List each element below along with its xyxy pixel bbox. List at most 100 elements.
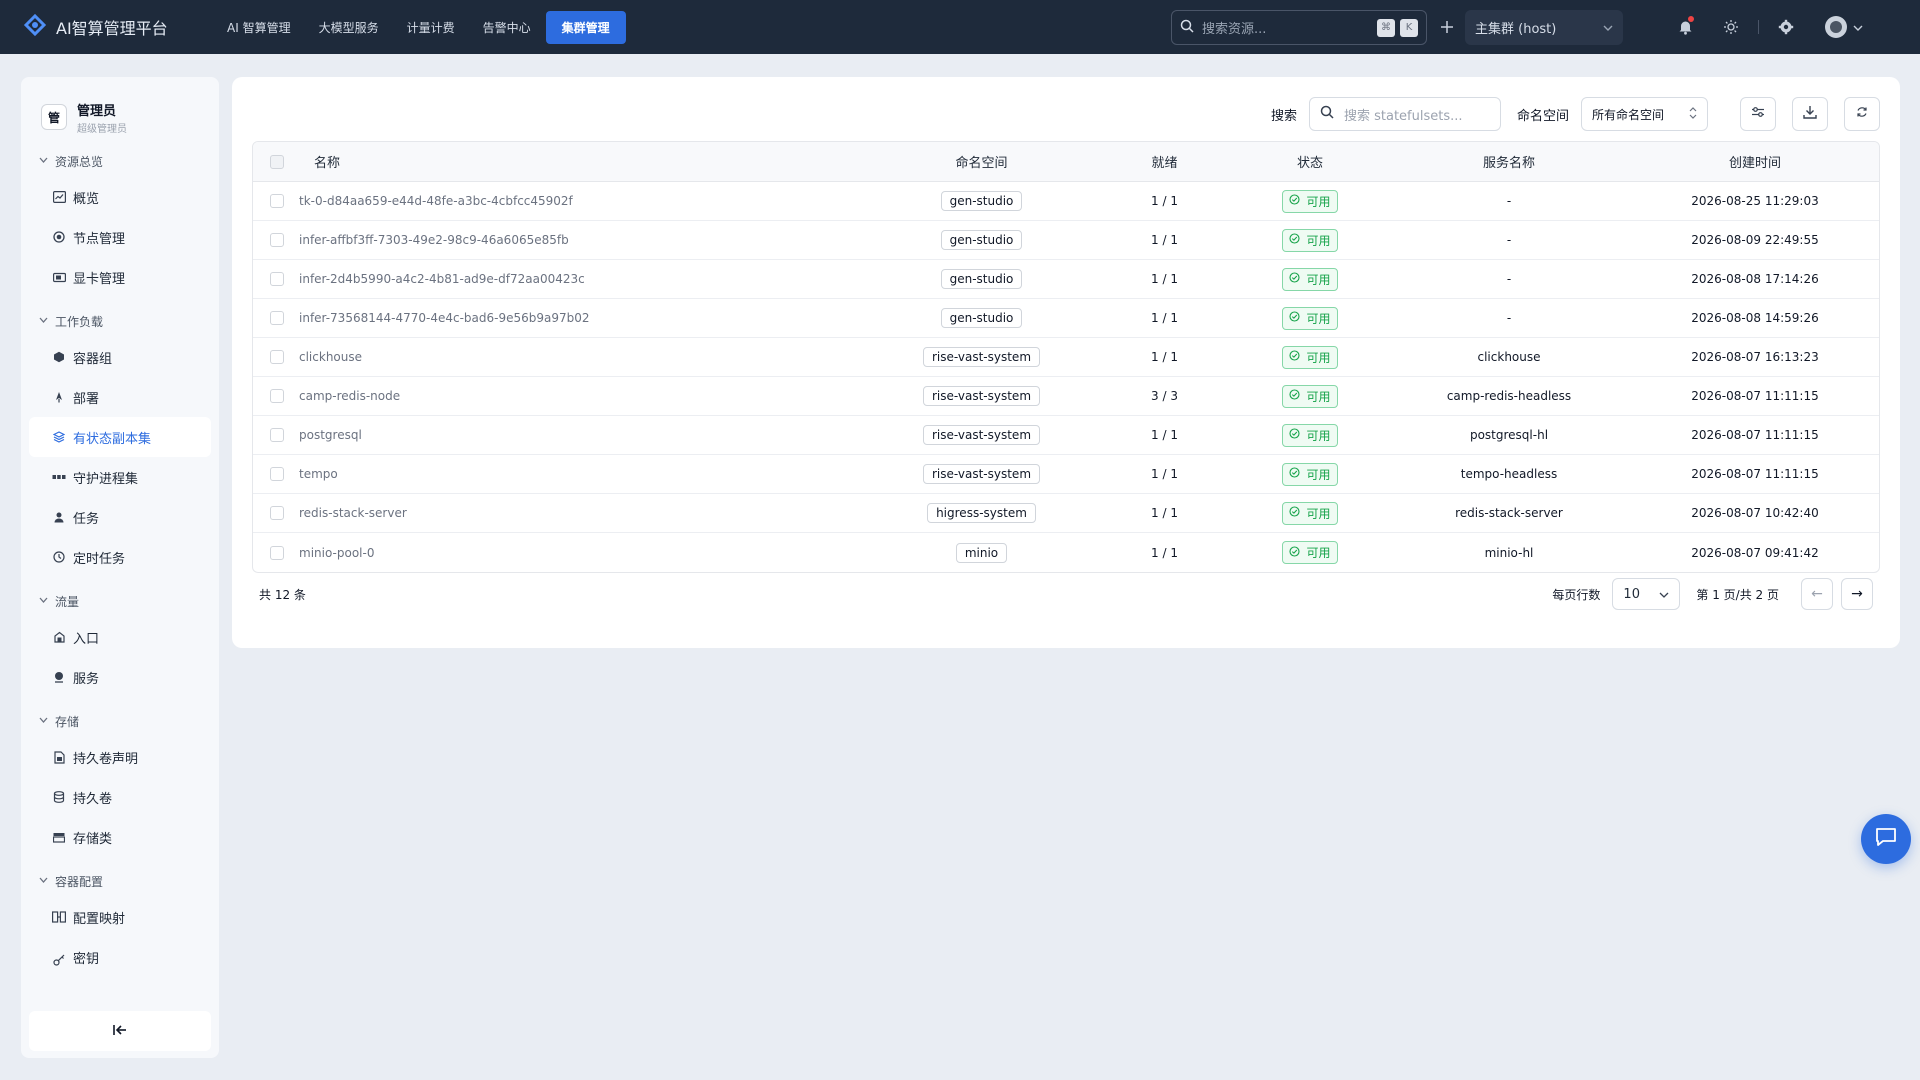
table-row[interactable]: postgresql rise-vast-system 1 / 1 可用 postgre… — [253, 416, 1879, 455]
column-header-name[interactable]: 名称 — [293, 152, 890, 171]
sidebar-item-jobs[interactable]: 任务 — [29, 497, 211, 537]
sidebar-item-cronjobs[interactable]: 定时任务 — [29, 537, 211, 577]
brand[interactable]: AI智算管理平台 — [22, 12, 202, 42]
user-menu[interactable] — [1821, 12, 1867, 42]
filter-settings-button[interactable] — [1740, 97, 1776, 131]
column-header-namespace[interactable]: 命名空间 — [890, 152, 1073, 171]
download-button[interactable] — [1792, 97, 1828, 131]
group-container-config[interactable]: 容器配置 — [39, 871, 219, 891]
table-row[interactable]: infer-2d4b5990-a4c2-4b81-ad9e-df72aa0042… — [253, 260, 1879, 299]
shortcut-key-k: K — [1400, 18, 1418, 37]
statefulset-search-input[interactable]: 搜索 statefulsets... — [1308, 97, 1501, 131]
chevron-down-icon — [39, 876, 49, 886]
prev-page-button[interactable]: ← — [1801, 578, 1833, 610]
cell-ready: 1 / 1 — [1151, 350, 1178, 364]
cell-name[interactable]: infer-2d4b5990-a4c2-4b81-ad9e-df72aa0042… — [293, 272, 890, 286]
sidebar-item-storageclass[interactable]: 存储类 — [29, 817, 211, 857]
table-row[interactable]: tempo rise-vast-system 1 / 1 可用 tempo-headle… — [253, 455, 1879, 494]
chevron-updown-icon — [1689, 106, 1697, 122]
row-checkbox[interactable] — [270, 350, 284, 364]
sidebar-item-ingress[interactable]: 入口 — [29, 617, 211, 657]
sidebar-item-deployments[interactable]: 部署 — [29, 377, 211, 417]
sidebar-item-label: 持久卷声明 — [73, 751, 139, 767]
cell-name[interactable]: tempo — [293, 467, 890, 481]
column-header-ready[interactable]: 就绪 — [1073, 152, 1256, 171]
column-header-created[interactable]: 创建时间 — [1654, 152, 1856, 171]
row-checkbox[interactable] — [270, 272, 284, 286]
status-text: 可用 — [1306, 389, 1331, 404]
sidebar-item-nodes[interactable]: 节点管理 — [29, 217, 211, 257]
cell-name[interactable]: camp-redis-node — [293, 389, 890, 403]
add-button[interactable] — [1435, 14, 1459, 40]
namespace-tag: rise-vast-system — [922, 464, 1041, 484]
group-title-label: 资源总览 — [55, 154, 104, 169]
cluster-select[interactable]: 主集群 (host) — [1465, 10, 1623, 45]
global-search-input[interactable]: 搜索资源... ⌘ K — [1171, 10, 1427, 45]
cell-name[interactable]: postgresql — [293, 428, 890, 442]
check-circle-icon — [1289, 428, 1306, 442]
cell-ready: 1 / 1 — [1151, 506, 1178, 520]
table-row[interactable]: minio-pool-0 minio 1 / 1 可用 minio-hl 2026-08-… — [253, 533, 1879, 572]
sidebar-item-pods[interactable]: 容器组 — [29, 337, 211, 377]
nav-cluster-management[interactable]: 集群管理 — [545, 10, 626, 44]
group-resource-overview[interactable]: 资源总览 — [39, 151, 219, 171]
chat-button[interactable] — [1861, 814, 1911, 864]
sidebar-item-overview[interactable]: 概览 — [29, 177, 211, 217]
namespace-tag: rise-vast-system — [922, 347, 1041, 367]
nav-ai-compute[interactable]: AI 智算管理 — [214, 12, 304, 43]
row-checkbox[interactable] — [270, 389, 284, 403]
column-header-status[interactable]: 状态 — [1256, 152, 1364, 171]
table-row[interactable]: tk-0-d84aa659-e44d-48fe-a3bc-4cbfcc45902… — [253, 182, 1879, 221]
column-header-service[interactable]: 服务名称 — [1364, 152, 1654, 171]
row-checkbox[interactable] — [270, 428, 284, 442]
nav-alerts[interactable]: 告警中心 — [470, 12, 544, 43]
group-traffic[interactable]: 流量 — [39, 591, 219, 611]
namespace-select[interactable]: 所有命名空间 — [1581, 97, 1708, 131]
table-row[interactable]: clickhouse rise-vast-system 1 / 1 可用 clickho… — [253, 338, 1879, 377]
rows-per-page-value: 10 — [1623, 586, 1640, 602]
table-row[interactable]: redis-stack-server higress-system 1 / 1 可用 r… — [253, 494, 1879, 533]
sidebar-item-configmaps[interactable]: 配置映射 — [29, 897, 211, 937]
sidebar-item-statefulsets[interactable]: 有状态副本集 — [29, 417, 211, 457]
collapse-left-icon — [113, 1022, 127, 1040]
namespace-tag: gen-studio — [940, 269, 1023, 289]
status-badge: 可用 — [1282, 384, 1338, 408]
sidebar-item-gpus[interactable]: 显卡管理 — [29, 257, 211, 297]
table-row[interactable]: camp-redis-node rise-vast-system 3 / 3 可用 ca… — [253, 377, 1879, 416]
table-row[interactable]: infer-affbf3ff-7303-49e2-98c9-46a6065e85… — [253, 221, 1879, 260]
cell-name[interactable]: infer-affbf3ff-7303-49e2-98c9-46a6065e85… — [293, 233, 890, 247]
select-all-checkbox[interactable] — [270, 154, 284, 169]
rows-per-page-select[interactable]: 10 — [1612, 578, 1681, 610]
group-storage[interactable]: 存储 — [39, 711, 219, 731]
cell-name[interactable]: infer-73568144-4770-4e4c-bad6-9e56b9a97b… — [293, 311, 890, 325]
notification-bell-icon[interactable] — [1670, 12, 1700, 42]
sidebar-item-pvc[interactable]: 持久卷声明 — [29, 737, 211, 777]
status-badge: 可用 — [1282, 462, 1338, 486]
row-checkbox[interactable] — [270, 506, 284, 520]
row-checkbox[interactable] — [270, 233, 284, 247]
status-text: 可用 — [1306, 350, 1331, 365]
collapse-sidebar-button[interactable] — [29, 1011, 211, 1051]
row-checkbox[interactable] — [270, 545, 284, 560]
cell-name[interactable]: minio-pool-0 — [293, 546, 890, 560]
next-page-button[interactable]: → — [1841, 578, 1873, 610]
configmap-icon — [52, 910, 66, 924]
sidebar-item-services[interactable]: 服务 — [29, 657, 211, 697]
settings-gear-icon[interactable] — [1771, 12, 1801, 42]
cell-name[interactable]: clickhouse — [293, 350, 890, 364]
row-checkbox[interactable] — [270, 311, 284, 325]
nav-llm-service[interactable]: 大模型服务 — [306, 12, 392, 43]
row-checkbox[interactable] — [270, 467, 284, 481]
sidebar-item-pv[interactable]: 持久卷 — [29, 777, 211, 817]
row-checkbox[interactable] — [270, 194, 284, 208]
theme-toggle-sun-icon[interactable] — [1716, 12, 1746, 42]
nav-billing[interactable]: 计量计费 — [394, 12, 468, 43]
sidebar-item-secrets[interactable]: 密钥 — [29, 937, 211, 967]
cell-name[interactable]: redis-stack-server — [293, 506, 890, 520]
group-workloads[interactable]: 工作负载 — [39, 311, 219, 331]
table-row[interactable]: infer-73568144-4770-4e4c-bad6-9e56b9a97b… — [253, 299, 1879, 338]
search-placeholder: 搜索资源... — [1202, 22, 1267, 37]
refresh-button[interactable] — [1844, 97, 1880, 131]
cell-name[interactable]: tk-0-d84aa659-e44d-48fe-a3bc-4cbfcc45902… — [293, 194, 890, 208]
sidebar-item-daemonsets[interactable]: 守护进程集 — [29, 457, 211, 497]
